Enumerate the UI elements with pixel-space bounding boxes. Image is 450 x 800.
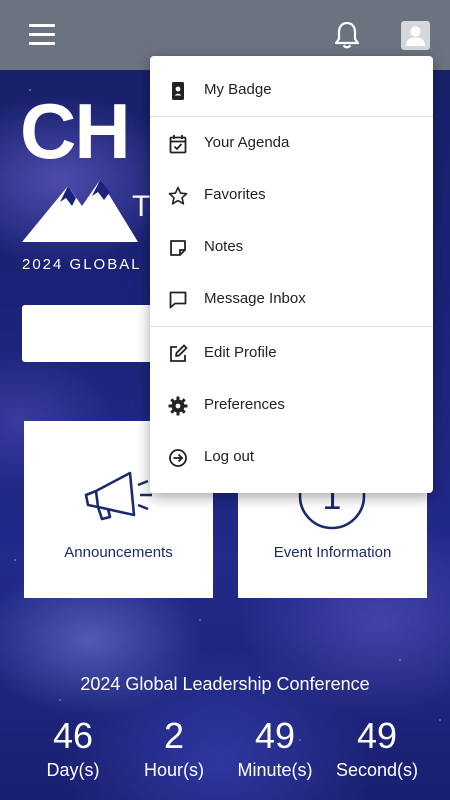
menu-divider [150,326,433,327]
countdown-days-value: 46 [52,715,94,756]
gear-icon [168,396,188,416]
logout-icon [169,449,187,467]
menu-item-message-inbox[interactable]: Message Inbox [150,274,433,326]
countdown-seconds-value: 49 [356,715,398,756]
countdown-hours-unit: Hour(s) [143,760,204,780]
menu-item-edit-profile[interactable]: Edit Profile [150,328,433,380]
countdown-hours: 2 Hour(s) [124,716,224,781]
edit-icon [170,344,188,362]
hamburger-icon[interactable] [29,24,55,46]
conference-logo: CH T 2024 GLOBAL [20,92,160,282]
svg-text:T: T [132,190,150,223]
menu-item-label: Edit Profile [204,344,277,361]
countdown-seconds: 49 Second(s) [327,716,427,781]
menu-item-label: Message Inbox [204,290,306,307]
countdown-hours-value: 2 [163,715,185,756]
menu-item-log-out[interactable]: Log out [150,432,433,484]
menu-item-label: Preferences [204,396,285,413]
menu-item-label: Your Agenda [204,134,290,151]
menu-item-label: Log out [204,448,255,465]
megaphone-icon [84,471,152,521]
hero-button[interactable] [22,305,162,362]
event-information-label: Event Information [273,544,392,561]
message-icon [169,291,187,309]
menu-item-preferences[interactable]: Preferences [150,380,433,432]
menu-item-favorites[interactable]: Favorites [150,170,433,222]
announcements-label: Announcements [64,544,173,561]
conference-title: 2024 Global Leadership Conference [80,674,370,694]
countdown-minutes-value: 49 [254,715,296,756]
menu-item-my-badge[interactable]: My Badge [150,65,433,117]
star-icon [168,186,188,205]
menu-divider [150,116,433,117]
profile-dropdown-menu: My Badge Your Agenda Favorites Notes Mes… [150,56,433,493]
countdown-minutes-unit: Minute(s) [237,760,313,780]
user-avatar-icon[interactable] [401,21,430,50]
badge-icon [172,82,184,100]
note-icon [170,240,186,256]
logo-text: CH [20,87,131,175]
calendar-check-icon [169,135,187,154]
mountain-logo-icon: T [22,180,150,242]
menu-item-label: Favorites [204,186,266,203]
logo-subtitle: 2024 GLOBAL [22,256,142,273]
countdown-days: 46 Day(s) [23,716,123,781]
menu-item-label: Notes [204,238,244,255]
countdown-minutes: 49 Minute(s) [225,716,325,781]
menu-item-your-agenda[interactable]: Your Agenda [150,118,433,170]
menu-item-notes[interactable]: Notes [150,222,433,274]
bell-icon[interactable] [333,20,361,50]
countdown-days-unit: Day(s) [46,760,100,780]
menu-item-label: My Badge [204,81,272,98]
countdown-seconds-unit: Second(s) [335,760,419,780]
